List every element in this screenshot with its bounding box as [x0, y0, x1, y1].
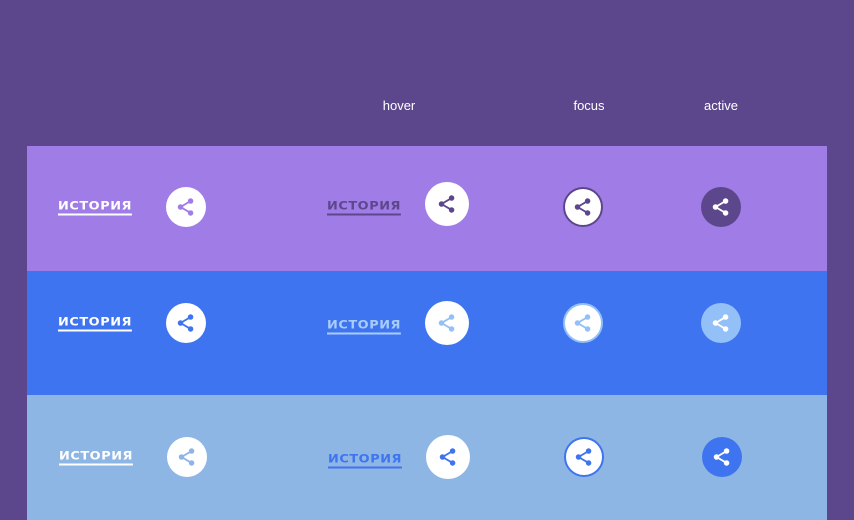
- share-icon: [572, 196, 594, 218]
- share-button-hover[interactable]: [426, 435, 470, 479]
- share-icon: [572, 312, 594, 334]
- share-button-hover[interactable]: [425, 301, 469, 345]
- share-icon: [436, 193, 458, 215]
- history-link-hover[interactable]: ИСТОРИЯ: [326, 199, 402, 216]
- share-icon: [436, 312, 458, 334]
- state-label-hover: hover: [382, 98, 416, 113]
- share-icon: [573, 446, 595, 468]
- state-label-active: active: [704, 98, 738, 113]
- history-link-default[interactable]: ИСТОРИЯ: [57, 199, 133, 216]
- state-label-focus: focus: [573, 98, 605, 113]
- share-button-default[interactable]: [167, 437, 207, 477]
- history-link-default[interactable]: ИСТОРИЯ: [58, 449, 134, 466]
- share-button-default[interactable]: [166, 303, 206, 343]
- share-button-focus[interactable]: [564, 437, 604, 477]
- history-link-hover[interactable]: ИСТОРИЯ: [326, 318, 402, 335]
- share-button-focus[interactable]: [563, 303, 603, 343]
- share-button-active[interactable]: [702, 437, 742, 477]
- share-icon: [711, 446, 733, 468]
- share-button-hover[interactable]: [425, 182, 469, 226]
- share-icon: [437, 446, 459, 468]
- share-button-focus[interactable]: [563, 187, 603, 227]
- share-button-active[interactable]: [701, 187, 741, 227]
- share-icon: [175, 312, 197, 334]
- share-button-active[interactable]: [701, 303, 741, 343]
- share-icon: [710, 312, 732, 334]
- share-icon: [175, 196, 197, 218]
- history-link-default[interactable]: ИСТОРИЯ: [57, 315, 133, 332]
- share-icon: [710, 196, 732, 218]
- share-button-default[interactable]: [166, 187, 206, 227]
- history-link-hover[interactable]: ИСТОРИЯ: [327, 452, 403, 469]
- share-icon: [176, 446, 198, 468]
